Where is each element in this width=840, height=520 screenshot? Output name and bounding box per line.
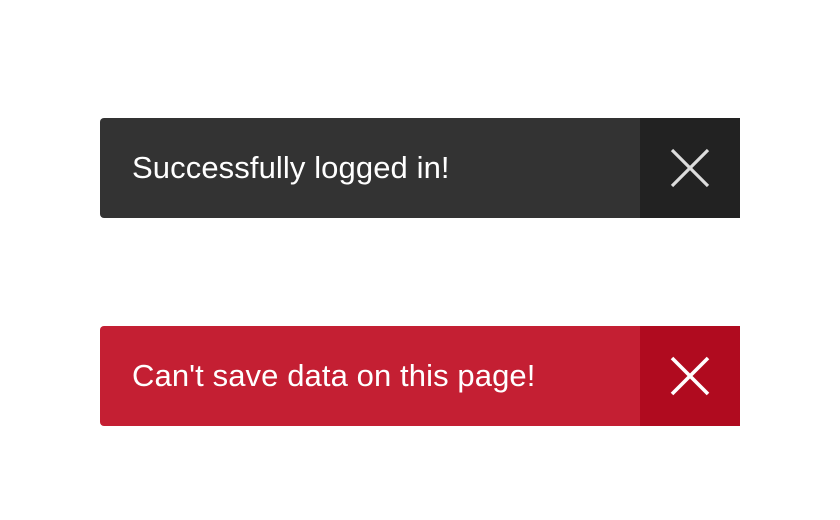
notification-stage: Successfully logged in! Can't save data …: [0, 0, 840, 520]
success-toast: Successfully logged in!: [100, 118, 740, 218]
toast-message: Can't save data on this page!: [100, 326, 640, 426]
close-icon: [670, 148, 710, 188]
close-button[interactable]: [640, 326, 740, 426]
error-toast: Can't save data on this page!: [100, 326, 740, 426]
toast-message: Successfully logged in!: [100, 118, 640, 218]
close-button[interactable]: [640, 118, 740, 218]
close-icon: [670, 356, 710, 396]
